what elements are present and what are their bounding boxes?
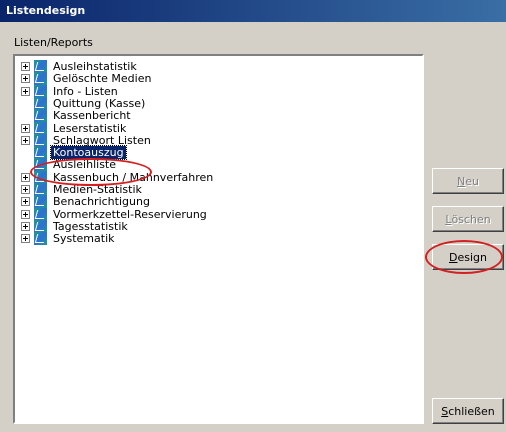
tree-item-label: Schlagwort Listen <box>53 133 151 147</box>
report-icon <box>34 146 47 160</box>
tree-item[interactable]: Gelöschte Medien <box>16 72 153 86</box>
tree-item[interactable]: Ausleihliste <box>16 158 118 172</box>
report-icon <box>34 72 47 86</box>
neu-button-mnemonic: N <box>457 174 466 188</box>
tree-item[interactable]: Quittung (Kasse) <box>16 96 147 110</box>
tree-item-label: Quittung (Kasse) <box>53 96 146 110</box>
tree-item-label: Ausleihliste <box>53 158 117 172</box>
reports-tree[interactable]: Ausleihstatistik Gelöschte Medien Info - L… <box>13 54 424 424</box>
tree-item[interactable]: Kassenbuch / Mahnverfahren <box>16 170 215 184</box>
tree-item-label: Systematik <box>53 232 115 246</box>
tree-item-label: Info - Listen <box>53 84 118 98</box>
tree-item[interactable]: Kontoauszug <box>16 145 127 161</box>
loeschen-button[interactable]: Löschen <box>432 206 504 232</box>
tree-item-label: Tagesstatistik <box>53 219 128 233</box>
report-icon <box>34 158 47 172</box>
tree-item-label: Benachrichtigung <box>53 195 150 209</box>
report-icon <box>34 207 47 221</box>
schliessen-button[interactable]: Schließen <box>432 398 504 424</box>
tree-item-label: Medien-Statistik <box>53 183 142 196</box>
tree-item[interactable]: Kassenbericht <box>16 109 133 123</box>
report-icon <box>34 183 47 196</box>
tree-item[interactable]: Systematik <box>16 232 117 246</box>
expand-plus-icon[interactable] <box>21 123 30 133</box>
schliessen-button-mnemonic: S <box>441 404 449 418</box>
tree-item[interactable]: Medien-Statistik <box>16 183 144 196</box>
expand-plus-icon[interactable] <box>21 209 30 219</box>
report-icon <box>34 84 47 98</box>
expand-plus-icon[interactable] <box>21 185 30 194</box>
tree-item-label: Kontoauszug <box>50 145 127 161</box>
listen-reports-text: Listen/Reports <box>14 36 93 49</box>
design-button-mnemonic: D <box>449 250 458 264</box>
schliessen-button-label: chließen <box>448 404 495 418</box>
tree-item[interactable]: Vormerkzettel-Reservierung <box>16 207 209 221</box>
tree-item-label: Ausleihstatistik <box>53 60 137 73</box>
expand-plus-icon[interactable] <box>21 221 30 231</box>
tree-item-label: Leserstatistik <box>53 121 127 135</box>
tree-item[interactable]: Tagesstatistik <box>16 219 130 233</box>
tree-item-label: Kassenbericht <box>53 109 131 123</box>
expand-plus-icon[interactable] <box>21 172 30 182</box>
expand-plus-icon[interactable] <box>21 86 30 96</box>
report-icon <box>34 219 47 233</box>
neu-button[interactable]: Neu <box>432 168 504 194</box>
listen-reports-label: Listen/Reports <box>14 36 93 49</box>
neu-button-label: eu <box>465 174 479 188</box>
design-button[interactable]: Design <box>432 244 504 270</box>
report-icon <box>34 232 47 246</box>
report-icon <box>34 60 47 73</box>
design-button-label: esign <box>457 250 487 264</box>
expand-plus-icon[interactable] <box>21 74 30 84</box>
tree-item[interactable]: Ausleihstatistik <box>16 60 139 73</box>
window-title: Listendesign <box>0 0 506 22</box>
expand-plus-icon[interactable] <box>21 234 30 244</box>
tree-item-label: Vormerkzettel-Reservierung <box>53 207 207 221</box>
tree-item[interactable]: Leserstatistik <box>16 121 128 135</box>
tree-item[interactable]: Info - Listen <box>16 84 120 98</box>
report-icon <box>34 133 47 147</box>
tree-item-label: Gelöschte Medien <box>53 72 152 86</box>
report-icon <box>34 121 47 135</box>
loeschen-button-label: öschen <box>451 212 491 226</box>
expand-plus-icon[interactable] <box>21 135 30 145</box>
tree-item[interactable]: Benachrichtigung <box>16 195 152 209</box>
tree-item[interactable]: Schlagwort Listen <box>16 133 153 147</box>
tree-item-label: Kassenbuch / Mahnverfahren <box>53 170 214 184</box>
tree-items-container: Ausleihstatistik Gelöschte Medien Info - L… <box>16 57 421 421</box>
expand-plus-icon[interactable] <box>21 62 30 71</box>
expand-plus-icon[interactable] <box>21 197 30 207</box>
report-icon <box>34 96 47 110</box>
report-icon <box>34 109 47 123</box>
report-icon <box>34 195 47 209</box>
report-icon <box>34 170 47 184</box>
